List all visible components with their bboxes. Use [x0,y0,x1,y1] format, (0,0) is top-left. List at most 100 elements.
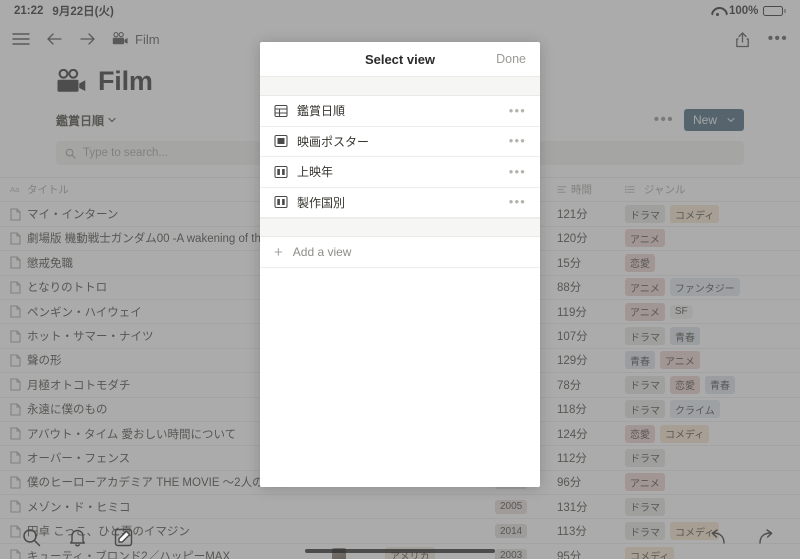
page-icon [10,329,21,343]
view-list-item[interactable]: 鑑賞日順 ••• [260,96,540,127]
cell-genre[interactable]: アニメ [625,229,800,248]
breadcrumb[interactable]: Film [112,32,160,47]
modal-spacer-top [260,77,540,96]
bell-icon[interactable] [69,528,86,547]
cell-genre[interactable]: アニメ ファンタジー [625,278,800,297]
cell-genre[interactable]: ドラマ [625,448,800,467]
cell-time[interactable]: 107分 [557,328,625,344]
svg-text:Aa: Aa [10,185,20,194]
page-icon [10,354,21,367]
search-icon [65,148,76,159]
cell-title-text: ペンギン・ハイウェイ [27,306,142,319]
cell-genre[interactable]: アニメ SF [625,302,800,321]
cell-genre[interactable]: ドラマ クライム [625,400,800,419]
cell-time[interactable]: 119分 [557,304,625,320]
genre-tag: ドラマ [625,375,665,394]
genre-tag: ドラマ [625,327,665,346]
cell-genre[interactable]: 青春 アニメ [625,351,800,370]
status-bar-left: 21:22 9月22日(火) [14,3,114,19]
hamburger-menu-icon[interactable] [12,32,30,46]
cell-time[interactable]: 121分 [557,206,625,222]
cell-time[interactable]: 124分 [557,426,625,442]
compose-icon[interactable] [114,528,133,547]
view-tab-current[interactable]: 鑑賞日順 [56,112,116,129]
cell-time[interactable]: 88分 [557,279,625,295]
view-list-item-label: 製作国別 [297,195,346,210]
cell-time[interactable]: 120分 [557,230,625,246]
cell-title[interactable]: メゾン・ド・ヒミコ [10,499,310,515]
cell-title-text: メゾン・ド・ヒミコ [27,501,131,514]
time-text: 15分 [557,257,582,270]
genre-tag: ファンタジー [669,278,740,297]
undo-arrow-icon[interactable] [706,528,727,546]
more-horizontal-icon[interactable]: ••• [509,165,526,178]
cell-time[interactable]: 129分 [557,352,625,368]
genre-tag: ドラマ [625,205,665,224]
view-tab-label: 鑑賞日順 [56,113,105,128]
date-tag: 2005 [495,499,528,514]
view-list-item-label: 鑑賞日順 [297,104,346,119]
cell-genre[interactable]: アニメ [625,473,800,492]
arrow-left-icon[interactable] [46,32,63,46]
column-header-genre[interactable]: ジャンル [625,182,800,197]
film-camera-icon [56,68,86,95]
cell-genre[interactable]: 恋愛 コメディ [625,424,800,443]
table-view-icon [274,104,288,118]
cell-genre[interactable]: ドラマ 青春 [625,327,800,346]
cell-genre[interactable]: ドラマ コメディ [625,205,800,224]
cell-genre[interactable]: ドラマ 恋愛 青春 [625,375,800,394]
battery-icon [763,6,786,16]
cell-title-text: 懲戒免職 [27,257,73,270]
column-header-label: ジャンル [644,184,686,197]
time-text: 129分 [557,355,588,368]
cell-title-text: ホット・サマー・ナイツ [27,331,154,344]
genre-tag: アニメ [625,278,665,297]
cell-time[interactable]: 15分 [557,255,625,271]
cell-time[interactable]: 131分 [557,499,625,515]
genre-tag: ドラマ [625,400,665,419]
home-indicator [305,549,495,553]
more-horizontal-icon[interactable]: ••• [509,104,526,117]
cell-time[interactable]: 118分 [557,401,625,417]
status-date: 9月22日(火) [52,6,114,18]
modal-spacer-mid [260,218,540,237]
battery-percent: 100% [728,5,759,17]
more-horizontal-icon[interactable]: ••• [654,112,674,128]
view-list-item[interactable]: 映画ポスター ••• [260,127,540,157]
more-horizontal-icon[interactable]: ••• [509,195,526,208]
status-bar: 21:22 9月22日(火) 100% [0,0,800,22]
film-camera-icon [112,32,128,46]
cell-genre[interactable]: ドラマ [625,497,800,516]
more-horizontal-icon[interactable]: ••• [509,134,526,147]
time-text: 119分 [557,306,587,319]
app-root: 21:22 9月22日(火) 100% Film ••• Film 鑑賞日順 •… [0,0,800,559]
number-property-icon [557,185,567,194]
genre-tag: 青春 [705,375,735,394]
more-horizontal-icon[interactable]: ••• [768,31,788,47]
cell-title-text: 永遠に僕のもの [27,404,108,417]
view-list-item[interactable]: 製作国別 ••• [260,188,540,218]
cell-time[interactable]: 78分 [557,377,625,393]
modal-header: Select view Done [260,42,540,77]
board-view-icon [274,195,288,209]
genre-tag: SF [669,304,693,319]
view-list-item-label: 上映年 [297,165,334,180]
genre-tag: コメディ [670,205,720,224]
time-text: 121分 [557,209,588,222]
column-header-time[interactable]: 時間 [557,182,625,197]
add-view-row[interactable]: + Add a view [260,237,540,268]
cell-genre[interactable]: 恋愛 [625,253,800,272]
genre-tag: 青春 [670,327,700,346]
new-button[interactable]: New [683,109,744,131]
cell-time[interactable]: 96分 [557,474,625,490]
share-icon[interactable] [735,31,750,48]
time-text: 124分 [557,428,588,441]
cell-date[interactable]: 2005 [495,499,557,514]
cell-time[interactable]: 112分 [557,450,625,466]
page-icon [10,281,21,294]
search-icon[interactable] [22,528,41,547]
done-button[interactable]: Done [496,52,526,66]
redo-arrow-icon[interactable] [757,528,778,546]
view-list-item[interactable]: 上映年 ••• [260,157,540,188]
arrow-right-icon[interactable] [79,32,96,46]
